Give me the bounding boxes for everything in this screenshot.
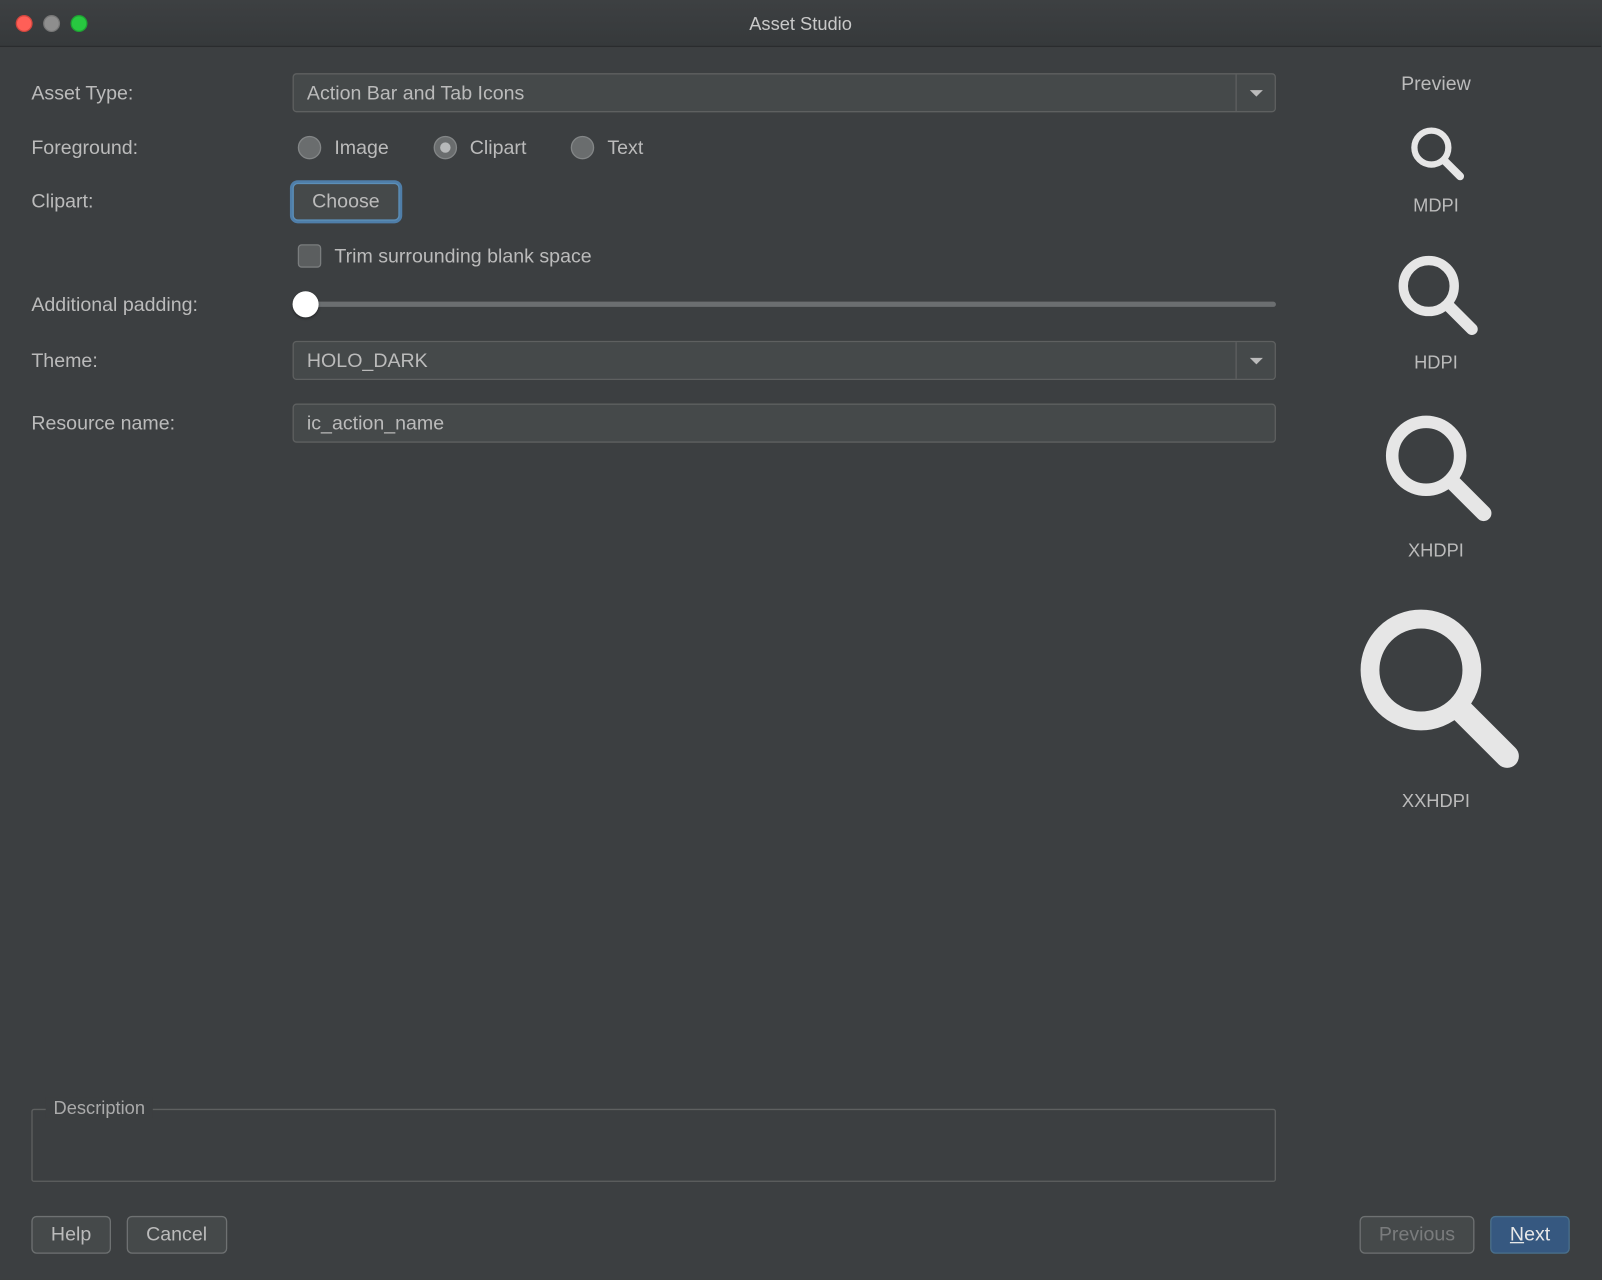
description-box: Description xyxy=(31,1109,1276,1182)
form-area: Asset Type: Action Bar and Tab Icons For… xyxy=(31,73,1276,1182)
radio-clipart[interactable]: Clipart xyxy=(433,136,526,160)
radio-icon xyxy=(433,136,457,160)
window-title: Asset Studio xyxy=(749,12,852,33)
radio-icon xyxy=(298,136,322,160)
label-theme: Theme: xyxy=(31,349,292,371)
preview-label-mdpi: MDPI xyxy=(1413,195,1459,216)
traffic-lights xyxy=(16,14,88,31)
padding-slider[interactable] xyxy=(293,291,1276,317)
slider-track xyxy=(293,302,1276,307)
trim-checkbox[interactable]: Trim surrounding blank space xyxy=(293,244,1276,268)
asset-type-combo[interactable]: Action Bar and Tab Icons xyxy=(293,73,1276,112)
row-clipart: Clipart: Choose xyxy=(31,183,1276,221)
slider-thumb[interactable] xyxy=(293,291,319,317)
footer: Help Cancel Previous Next xyxy=(0,1195,1601,1280)
magnifier-icon xyxy=(1405,121,1468,184)
magnifier-icon xyxy=(1373,404,1498,529)
label-clipart: Clipart: xyxy=(31,191,292,213)
resource-name-value: ic_action_name xyxy=(307,412,444,434)
row-asset-type: Asset Type: Action Bar and Tab Icons xyxy=(31,73,1276,112)
radio-clipart-label: Clipart xyxy=(470,136,527,158)
preview-label-xxhdpi: XXHDPI xyxy=(1402,790,1470,811)
minimize-icon xyxy=(43,14,60,31)
content-area: Asset Type: Action Bar and Tab Icons For… xyxy=(0,47,1601,1195)
label-resource-name: Resource name: xyxy=(31,412,292,434)
row-foreground: Foreground: Image Clipart Text xyxy=(31,136,1276,160)
description-legend: Description xyxy=(46,1097,153,1118)
zoom-icon[interactable] xyxy=(71,14,88,31)
titlebar: Asset Studio xyxy=(0,0,1601,47)
help-button[interactable]: Help xyxy=(31,1216,110,1254)
preview-label-xhdpi: XHDPI xyxy=(1408,539,1464,560)
chevron-down-icon xyxy=(1235,342,1274,379)
label-asset-type: Asset Type: xyxy=(31,82,292,104)
preview-hdpi: HDPI xyxy=(1389,247,1483,372)
next-button[interactable]: Next xyxy=(1490,1216,1569,1254)
row-theme: Theme: HOLO_DARK xyxy=(31,341,1276,380)
row-resource-name: Resource name: ic_action_name xyxy=(31,404,1276,443)
close-icon[interactable] xyxy=(16,14,33,31)
asset-studio-window: Asset Studio Asset Type: Action Bar and … xyxy=(0,0,1601,1280)
trim-label: Trim surrounding blank space xyxy=(334,245,591,267)
choose-button[interactable]: Choose xyxy=(293,183,400,221)
chevron-down-icon xyxy=(1235,74,1274,111)
resource-name-input[interactable]: ic_action_name xyxy=(293,404,1276,443)
checkbox-icon xyxy=(298,244,322,268)
radio-icon xyxy=(571,136,595,160)
radio-text-label: Text xyxy=(607,136,643,158)
preview-title: Preview xyxy=(1401,73,1471,95)
preview-xxhdpi: XXHDPI xyxy=(1342,592,1530,811)
asset-type-value: Action Bar and Tab Icons xyxy=(307,82,524,104)
magnifier-icon xyxy=(1342,592,1530,780)
preview-label-hdpi: HDPI xyxy=(1414,351,1458,372)
theme-value: HOLO_DARK xyxy=(307,349,428,371)
row-trim: Trim surrounding blank space xyxy=(31,244,1276,268)
previous-button: Previous xyxy=(1359,1216,1474,1254)
preview-area: Preview MDPI HDPI XHDPI xyxy=(1302,73,1570,1182)
preview-mdpi: MDPI xyxy=(1405,121,1468,215)
cancel-button[interactable]: Cancel xyxy=(126,1216,226,1254)
magnifier-icon xyxy=(1389,247,1483,341)
label-padding: Additional padding: xyxy=(31,293,292,315)
theme-combo[interactable]: HOLO_DARK xyxy=(293,341,1276,380)
radio-text[interactable]: Text xyxy=(571,136,644,160)
label-foreground: Foreground: xyxy=(31,136,292,158)
preview-xhdpi: XHDPI xyxy=(1373,404,1498,561)
radio-image[interactable]: Image xyxy=(298,136,389,160)
row-padding: Additional padding: xyxy=(31,291,1276,317)
radio-image-label: Image xyxy=(334,136,388,158)
